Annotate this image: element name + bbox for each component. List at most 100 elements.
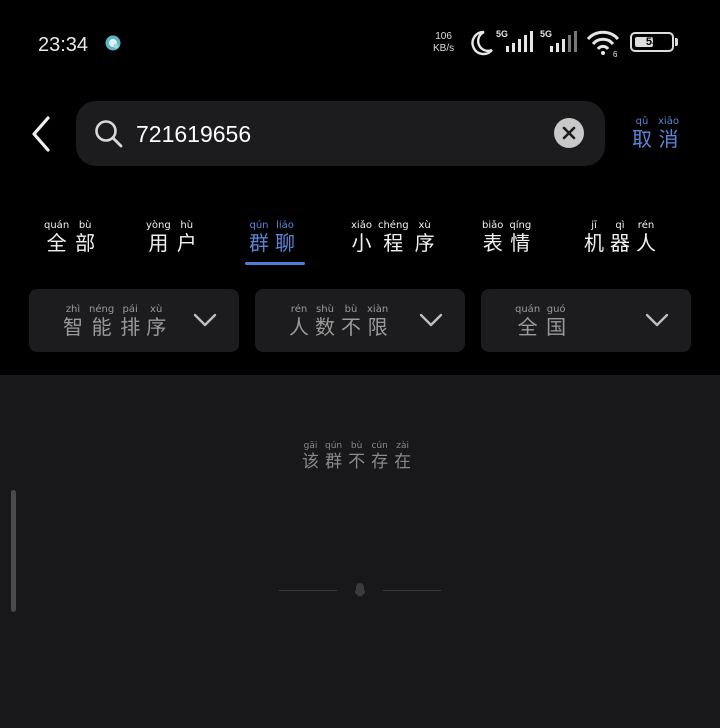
pinyin-char: qì 器 xyxy=(610,220,630,254)
scrollbar[interactable] xyxy=(11,490,16,612)
signal-icon: 5G xyxy=(540,29,577,52)
pinyin-char: cún 存 xyxy=(371,440,388,472)
pinyin-char: yòng 用 xyxy=(146,220,171,254)
chevron-down-icon xyxy=(193,313,217,327)
hanzi: 聊 xyxy=(275,231,295,255)
hanzi: 程 xyxy=(383,231,404,255)
status-icons: 5G 5G 6 xyxy=(471,29,620,59)
hanzi: 表 xyxy=(482,231,503,255)
tab-users[interactable]: yòng 用 hù 户 xyxy=(146,220,197,254)
cancel-button[interactable]: qǔ 取 xiāo 消 xyxy=(632,116,692,150)
region-filter-label: quán 全 guó 国 xyxy=(515,304,566,338)
pinyin: cún xyxy=(371,441,388,451)
battery-tip xyxy=(675,38,678,46)
search-icon xyxy=(95,120,123,148)
pinyin-char: qún 群 xyxy=(325,440,342,472)
hanzi: 群 xyxy=(249,231,269,255)
app-notification-icon xyxy=(105,35,121,51)
pinyin-char: gāi 该 xyxy=(302,440,319,472)
hanzi: 人 xyxy=(636,231,656,255)
active-tab-indicator xyxy=(245,262,305,265)
hanzi: 能 xyxy=(91,315,112,339)
tab-stickers[interactable]: biǎo 表 qíng 情 xyxy=(482,220,531,254)
member-count-filter[interactable]: rén 人 shù 数 bù 不 xiàn 限 xyxy=(255,289,465,352)
pinyin-char: quán 全 xyxy=(515,304,540,338)
hanzi: 在 xyxy=(394,452,412,472)
pinyin: bù xyxy=(350,441,363,451)
hanzi: 序 xyxy=(146,315,167,339)
pinyin-char: rén 人 xyxy=(636,220,656,254)
pinyin-char: guó 国 xyxy=(546,304,566,338)
hanzi: 全 xyxy=(46,231,67,255)
pinyin-char: rén 人 xyxy=(289,304,309,338)
divider xyxy=(383,590,441,591)
wifi-icon: 6 xyxy=(586,30,620,59)
pinyin-char: xiàn 限 xyxy=(367,304,388,338)
clear-search-button[interactable] xyxy=(554,118,584,148)
pinyin-char: xù 序 xyxy=(146,304,166,338)
hanzi: 情 xyxy=(510,231,531,255)
hanzi: 该 xyxy=(302,452,319,472)
pinyin-char: qún 群 xyxy=(249,220,269,254)
hanzi: 智 xyxy=(63,315,83,339)
hanzi: 机 xyxy=(584,231,604,255)
hanzi: 限 xyxy=(367,315,388,339)
search-bar[interactable]: 721619656 xyxy=(76,101,605,166)
hanzi: 排 xyxy=(120,315,141,339)
hanzi: 用 xyxy=(148,231,169,255)
sort-filter[interactable]: zhì 智 néng 能 pái 排 xù 序 xyxy=(29,289,239,352)
hanzi: 器 xyxy=(610,231,630,255)
pinyin-char: quán 全 xyxy=(44,220,69,254)
close-icon xyxy=(562,126,576,140)
hanzi: 存 xyxy=(371,452,389,472)
signal-icon: 5G xyxy=(496,29,533,52)
pinyin: gāi xyxy=(303,441,318,451)
tab-all[interactable]: quán 全 bù 部 xyxy=(44,220,95,254)
pinyin-char: pái 排 xyxy=(120,304,140,338)
chevron-down-icon xyxy=(419,313,443,327)
hanzi: 全 xyxy=(517,315,538,339)
empty-result-message: gāi 该 qún 群 bù 不 cún 存 zài 在 xyxy=(302,440,411,472)
pinyin-char: xiǎo 小 xyxy=(351,220,372,254)
status-time: 23:34 xyxy=(38,34,89,56)
pinyin-char: biǎo 表 xyxy=(482,220,503,254)
sort-filter-label: zhì 智 néng 能 pái 排 xù 序 xyxy=(63,304,166,338)
hanzi: 国 xyxy=(546,315,567,339)
network-speed-value: 106 xyxy=(435,31,452,42)
tab-group-chats[interactable]: qún 群 liáo 聊 xyxy=(249,220,295,254)
hanzi: 数 xyxy=(315,315,335,339)
tab-robots[interactable]: jī 机 qì 器 rén 人 xyxy=(584,220,656,254)
pinyin-char: bù 部 xyxy=(75,220,95,254)
hanzi: 部 xyxy=(75,231,96,255)
category-tabs: quán 全 bù 部 yòng 用 hù 户 qún 群 liáo 聊 xiǎo 小 chéng 程 x… xyxy=(0,220,720,270)
pinyin-char: xù 序 xyxy=(415,220,435,254)
tab-mini-programs[interactable]: xiǎo 小 chéng 程 xù 序 xyxy=(351,220,435,254)
member-count-filter-label: rén 人 shù 数 bù 不 xiàn 限 xyxy=(289,304,388,338)
hanzi: 户 xyxy=(176,231,197,255)
hanzi: 不 xyxy=(348,452,366,472)
battery-icon: 53 xyxy=(630,32,674,52)
pinyin-char: bù 不 xyxy=(341,304,361,338)
svg-text:5G: 5G xyxy=(540,29,552,39)
chevron-down-icon xyxy=(645,313,669,327)
qq-penguin-icon xyxy=(354,583,366,597)
search-input[interactable]: 721619656 xyxy=(136,121,251,148)
pinyin-char: xiāo 消 xyxy=(658,116,679,150)
hanzi: 人 xyxy=(289,315,309,339)
results-panel[interactable] xyxy=(0,375,720,728)
pinyin-char: néng 能 xyxy=(89,304,114,338)
network-speed-unit: KB/s xyxy=(433,43,455,54)
divider xyxy=(279,590,337,591)
network-speed: 106 KB/s xyxy=(433,31,454,55)
back-button[interactable] xyxy=(26,112,58,156)
hanzi: 取 xyxy=(632,127,652,151)
pinyin-char: bù 不 xyxy=(348,440,365,472)
status-bar: 23:34 106 KB/s 5G 5G 6 53 xyxy=(0,0,720,90)
region-filter[interactable]: quán 全 guó 国 xyxy=(481,289,691,352)
hanzi: 消 xyxy=(658,127,679,151)
pinyin: zài xyxy=(396,441,409,451)
svg-text:6: 6 xyxy=(613,50,618,59)
pinyin-char: shù 数 xyxy=(315,304,335,338)
pinyin-char: qíng 情 xyxy=(509,220,531,254)
pinyin-char: jī 机 xyxy=(584,220,604,254)
